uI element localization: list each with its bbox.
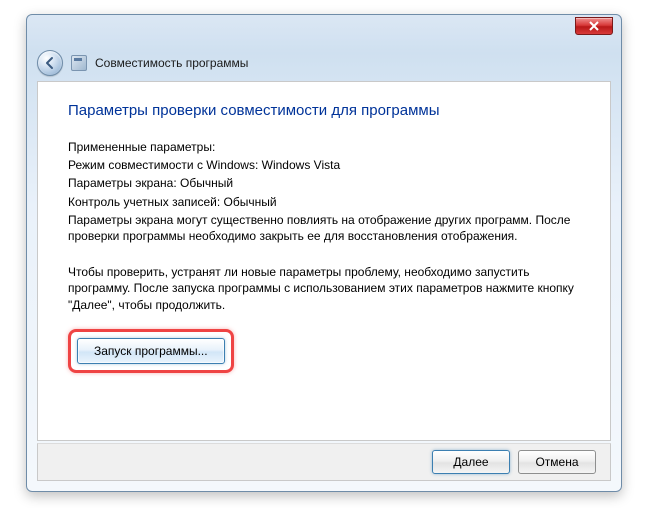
compat-mode-text: Режим совместимости с Windows: Windows V… [68, 157, 580, 173]
titlebar [27, 15, 621, 45]
program-icon [71, 55, 87, 71]
back-arrow-icon [43, 56, 57, 70]
close-icon [589, 21, 599, 31]
dialog-window: Совместимость программы Параметры провер… [26, 14, 622, 492]
close-button[interactable] [575, 17, 613, 35]
next-button[interactable]: Далее [432, 450, 510, 474]
start-program-button[interactable]: Запуск программы... [77, 338, 225, 364]
back-button[interactable] [37, 50, 63, 76]
cancel-button[interactable]: Отмена [518, 450, 596, 474]
footer-panel: Далее Отмена [37, 443, 611, 481]
uac-text: Контроль учетных записей: Обычный [68, 194, 580, 210]
page-heading: Параметры проверки совместимости для про… [68, 102, 580, 119]
header-title: Совместимость программы [95, 56, 248, 70]
note-text: Параметры экрана могут существенно повли… [68, 212, 580, 244]
screen-params-text: Параметры экрана: Обычный [68, 175, 580, 191]
wizard-header: Совместимость программы [27, 45, 621, 81]
start-button-highlight: Запуск программы... [68, 329, 234, 373]
instruction-text: Чтобы проверить, устранят ли новые парам… [68, 264, 580, 313]
applied-params-label: Примененные параметры: [68, 139, 580, 155]
content-panel: Параметры проверки совместимости для про… [37, 81, 611, 441]
